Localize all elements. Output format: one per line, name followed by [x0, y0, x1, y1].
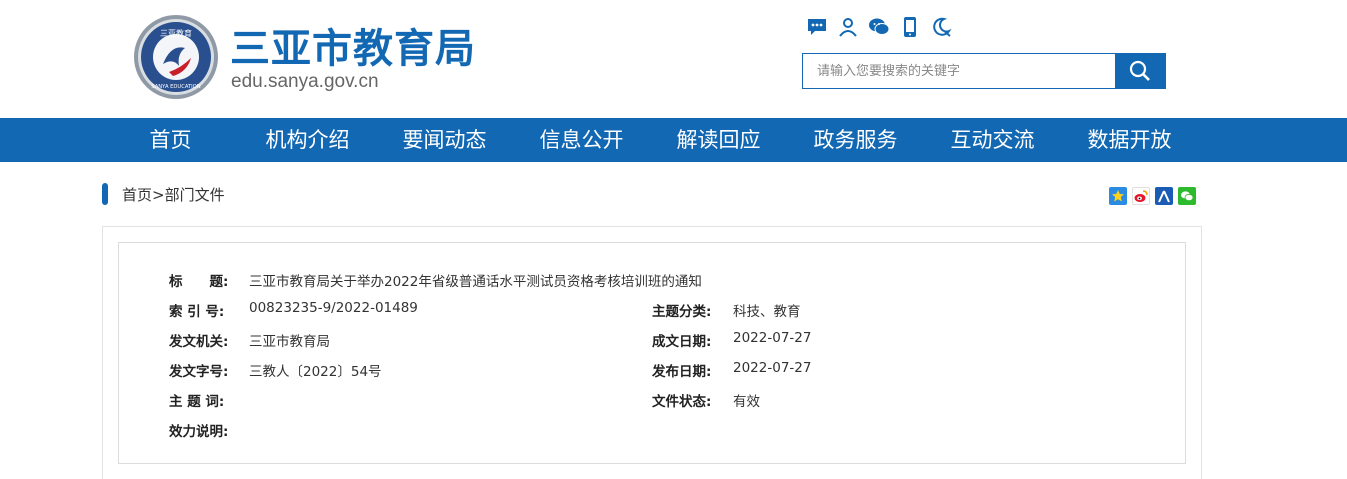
wechat-icon[interactable] [868, 15, 890, 39]
site-title[interactable]: 三亚市教育局 [230, 16, 476, 74]
search-button[interactable] [1115, 54, 1165, 88]
search-input[interactable] [803, 54, 1115, 88]
wechat-share-icon[interactable] [1178, 187, 1196, 205]
keywords-label: 主 题 词: [169, 394, 225, 410]
logo-text-top: 三亚教育 [160, 28, 192, 38]
nav-item-disclosure[interactable]: 信息公开 [513, 118, 650, 162]
nav-item-interpretation[interactable]: 解读回应 [650, 118, 787, 162]
share-bar [1109, 187, 1196, 205]
search-icon [1129, 60, 1150, 81]
breadcrumb-home-link[interactable]: 首页 [122, 186, 152, 204]
site-header: 三亚教育 SANYA EDUCATION 三亚市教育局 edu.sanya.go… [0, 0, 1347, 118]
breadcrumb-current-link[interactable]: 部门文件 [165, 186, 225, 204]
index-number-label: 索 引 号: [169, 304, 225, 320]
nav-item-home[interactable]: 首页 [102, 118, 239, 162]
main-nav: 首页 机构介绍 要闻动态 信息公开 解读回应 政务服务 互动交流 数据开放 [0, 118, 1347, 162]
site-logo[interactable]: 三亚教育 SANYA EDUCATION [133, 14, 219, 100]
renren-icon[interactable] [1155, 187, 1173, 205]
title-label: 标 题: [169, 274, 229, 290]
nav-item-news[interactable]: 要闻动态 [376, 118, 513, 162]
top-icon-bar [806, 15, 952, 39]
breadcrumb: 首页>部门文件 [122, 184, 225, 205]
status-value: 有效 [733, 394, 760, 410]
mobile-icon[interactable] [899, 15, 921, 39]
written-date-label: 成文日期: [652, 334, 712, 350]
site-domain: edu.sanya.gov.cn [231, 71, 379, 92]
title-value: 三亚市教育局关于举办2022年省级普通话水平测试员资格考核培训班的通知 [249, 274, 702, 290]
category-label: 主题分类: [652, 304, 712, 320]
document-number-label: 发文字号: [169, 364, 229, 380]
elder-mode-icon[interactable] [930, 15, 952, 39]
qzone-icon[interactable] [1109, 187, 1127, 205]
status-label: 文件状态: [652, 394, 712, 410]
index-number-value: 00823235-9/2022-01489 [249, 300, 418, 316]
publish-date-label: 发布日期: [652, 364, 712, 380]
nav-item-about[interactable]: 机构介绍 [239, 118, 376, 162]
issuer-label: 发文机关: [169, 334, 229, 350]
user-icon[interactable] [837, 15, 859, 39]
nav-item-open-data[interactable]: 数据开放 [1061, 118, 1198, 162]
issuer-value: 三亚市教育局 [249, 334, 330, 350]
publish-date-value: 2022-07-27 [733, 360, 812, 376]
breadcrumb-marker [102, 183, 108, 205]
search-box [802, 53, 1166, 89]
weibo-icon[interactable] [1132, 187, 1150, 205]
chat-icon[interactable] [806, 15, 828, 39]
category-value: 科技、教育 [733, 304, 801, 320]
document-number-value: 三教人〔2022〕54号 [249, 364, 382, 380]
effect-label: 效力说明: [169, 424, 229, 440]
written-date-value: 2022-07-27 [733, 330, 812, 346]
nav-item-services[interactable]: 政务服务 [787, 118, 924, 162]
nav-item-interaction[interactable]: 互动交流 [924, 118, 1061, 162]
breadcrumb-separator: > [152, 186, 165, 204]
logo-text-bottom: SANYA EDUCATION [151, 84, 200, 90]
